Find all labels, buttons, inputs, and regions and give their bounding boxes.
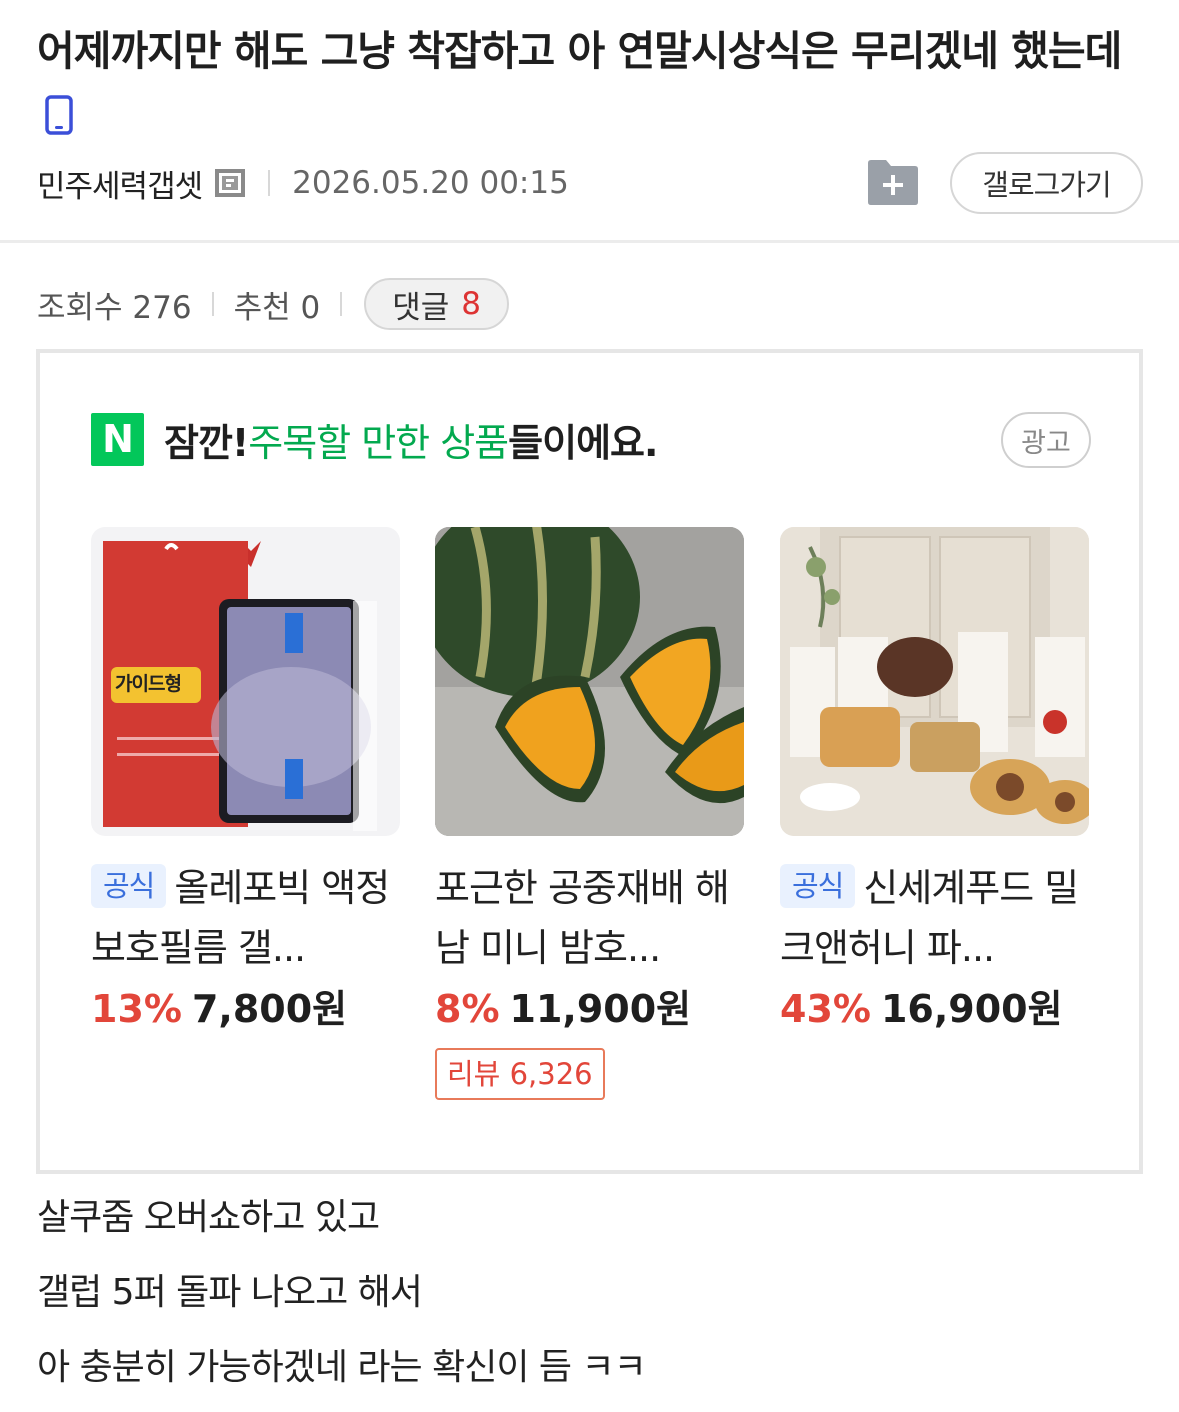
product-image[interactable]: 가이드형 (91, 527, 400, 836)
official-badge: 공식 (780, 864, 856, 908)
discount-rate: 8% (435, 987, 500, 1031)
gallog-button[interactable]: 갤로그가기 (950, 152, 1143, 214)
product-price: 11,900원 (509, 987, 692, 1031)
official-badge: 공식 (91, 864, 167, 908)
product-card[interactable]: 포근한 공중재배 해남 미니 밤호... 8% 11,900원 리뷰 6,326 (435, 527, 744, 1100)
product-price: 7,800원 (191, 987, 348, 1031)
post-body-line: 갤럽 5퍼 돌파 나오고 해서 (37, 1272, 423, 1313)
ad-heading: N 잠깐! 주목할 만한 상품 들이에요. (91, 410, 658, 468)
ad-heading-highlight: 주목할 만한 상품 (248, 420, 509, 465)
mobile-icon (45, 88, 73, 135)
product-price-line: 13% 7,800원 (91, 982, 400, 1036)
recommend-count: 추천 0 (233, 289, 321, 326)
stats-divider (211, 292, 214, 316)
ad-badge[interactable]: 광고 (1001, 412, 1091, 468)
product-price-line: 43% 16,900원 (780, 982, 1089, 1036)
add-folder-icon[interactable] (866, 157, 920, 207)
post-title: 어제까지만 해도 그냥 착잡하고 아 연말시상식은 무리겠네 했는데 (37, 18, 1147, 150)
product-card[interactable]: 공식 신세계푸드 밀크앤허니 파... 43% 16,900원 (780, 527, 1089, 1036)
ad-heading-prefix: 잠깐! (164, 420, 249, 465)
post-title-text: 어제까지만 해도 그냥 착잡하고 아 연말시상식은 무리겠네 했는데 (37, 27, 1122, 75)
product-title: 포근한 공중재배 해남 미니 밤호... (435, 866, 730, 970)
post-body-line: 살쿠줌 오버쇼하고 있고 (37, 1197, 380, 1238)
naver-logo-icon: N (91, 412, 144, 466)
product-image-label: 가이드형 (115, 673, 182, 695)
stats-divider (340, 292, 343, 316)
post-meta: 민주세력갭셋 2026.05.20 00:15 (37, 160, 569, 206)
post-stats: 조회수 276 추천 0 댓글 8 (37, 278, 509, 330)
meta-divider (268, 170, 271, 196)
gallog-user-icon[interactable] (214, 168, 246, 198)
discount-rate: 43% (780, 987, 871, 1031)
product-card[interactable]: 가이드형 공식 올레포빅 액정보호필름 갤... 13% 7,800원 (91, 527, 400, 1036)
product-name[interactable]: 공식 올레포빅 액정보호필름 갤... (91, 858, 400, 978)
product-name[interactable]: 포근한 공중재배 해남 미니 밤호... (435, 858, 744, 978)
ad-container: N 잠깐! 주목할 만한 상품 들이에요. 광고 가이드형 공식 올레포빅 액정… (36, 349, 1143, 1174)
review-count-badge: 리뷰 6,326 (435, 1048, 605, 1100)
product-price: 16,900원 (880, 987, 1063, 1031)
product-image[interactable] (780, 527, 1089, 836)
product-name[interactable]: 공식 신세계푸드 밀크앤허니 파... (780, 858, 1089, 978)
discount-rate: 13% (91, 987, 182, 1031)
post-date: 2026.05.20 00:15 (292, 165, 569, 201)
comments-button[interactable]: 댓글 8 (364, 278, 509, 330)
post-body-line: 아 충분히 가능하겠네 라는 확신이 듬 ㅋㅋ (37, 1347, 647, 1388)
author-name[interactable]: 민주세력갭셋 (37, 161, 203, 206)
comments-label: 댓글 (392, 289, 450, 326)
views-count: 조회수 276 (37, 289, 192, 326)
header-divider (0, 240, 1179, 243)
product-image[interactable] (435, 527, 744, 836)
comments-count: 8 (461, 286, 481, 322)
ad-heading-suffix: 들이에요. (508, 420, 658, 465)
product-price-line: 8% 11,900원 (435, 982, 744, 1036)
